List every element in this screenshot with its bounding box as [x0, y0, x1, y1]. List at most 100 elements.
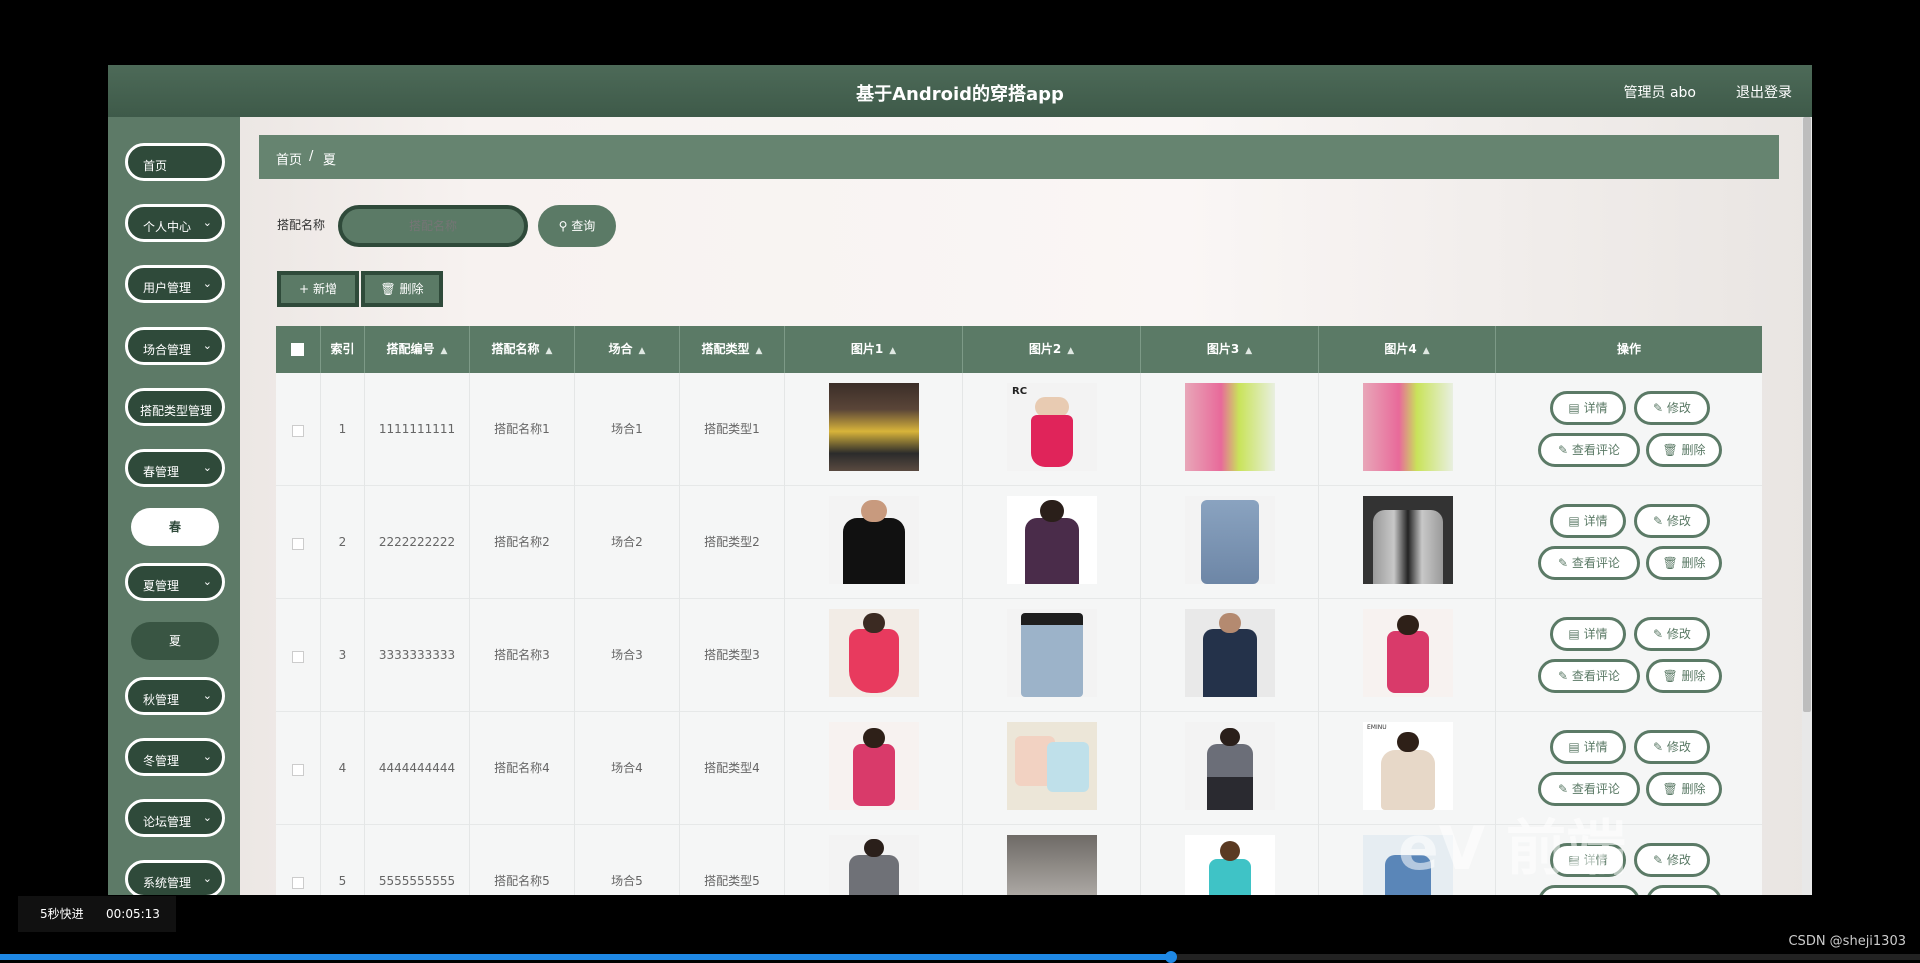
- sidebar-item-forum-management[interactable]: 论坛管理 ⌄: [125, 799, 225, 837]
- view-comments-label: 查看评论: [1571, 669, 1620, 683]
- sort-icon: ▲: [755, 346, 763, 356]
- column-header-occasion[interactable]: 场合 ▲: [575, 326, 680, 373]
- outfit-image[interactable]: [1185, 722, 1275, 810]
- detail-button[interactable]: ▤ 详情: [1550, 391, 1626, 425]
- outfit-image[interactable]: [1363, 609, 1453, 697]
- column-header-type[interactable]: 搭配类型 ▲: [680, 326, 785, 373]
- outfit-image[interactable]: [829, 609, 919, 697]
- sidebar-item-spring-management[interactable]: 春管理 ⌄: [125, 449, 225, 487]
- delete-button[interactable]: 🗑 删除: [361, 271, 443, 307]
- image4-cell: [1319, 599, 1496, 712]
- sidebar-item-occasion-management[interactable]: 场合管理 ⌄: [125, 327, 225, 365]
- skip-label: 5秒快进: [40, 907, 84, 921]
- actions-cell: ▤ 详情 ✎ 修改 ✎ 查看评论 🗑 删除: [1496, 599, 1762, 712]
- row-checkbox[interactable]: [292, 651, 304, 663]
- column-header-name[interactable]: 搭配名称 ▲: [470, 326, 575, 373]
- outfit-image[interactable]: [829, 383, 919, 471]
- sidebar-item-home[interactable]: 首页: [125, 143, 225, 181]
- outfit-image[interactable]: [1363, 496, 1453, 584]
- detail-button[interactable]: ▤ 详情: [1550, 504, 1626, 538]
- video-progress-bar[interactable]: [0, 951, 1920, 963]
- outfit-image[interactable]: EMINU: [1363, 722, 1453, 810]
- page-scrollbar[interactable]: [1802, 117, 1812, 895]
- sidebar-subitem-spring[interactable]: 春: [131, 508, 219, 546]
- edit-button[interactable]: ✎ 修改: [1634, 843, 1710, 877]
- video-progress-fill: [0, 954, 1172, 960]
- detail-button[interactable]: ▤ 详情: [1550, 617, 1626, 651]
- scrollbar-thumb[interactable]: [1803, 117, 1811, 712]
- outfit-image[interactable]: [829, 496, 919, 584]
- row-delete-button[interactable]: 🗑 删除: [1646, 433, 1722, 467]
- outfit-image[interactable]: [1007, 609, 1097, 697]
- edit-button[interactable]: ✎ 修改: [1634, 504, 1710, 538]
- sidebar-item-summer-management[interactable]: 夏管理 ⌄: [125, 563, 225, 601]
- outfit-image[interactable]: [1185, 383, 1275, 471]
- search-button[interactable]: ⚲ 查询: [538, 205, 616, 247]
- image2-cell: RC: [963, 373, 1141, 486]
- sidebar-item-user-management[interactable]: 用户管理 ⌄: [125, 265, 225, 303]
- row-delete-button[interactable]: 🗑 删除: [1646, 659, 1722, 693]
- sidebar-item-outfit-type-management[interactable]: 搭配类型管理: [125, 388, 225, 426]
- row-checkbox[interactable]: [292, 877, 304, 889]
- delete-button-label: 删除: [399, 282, 424, 296]
- image1-cell: [785, 486, 963, 599]
- csdn-credit: CSDN @sheji1303: [1788, 934, 1906, 949]
- outfit-image[interactable]: [1363, 383, 1453, 471]
- outfit-image[interactable]: [829, 722, 919, 810]
- index-cell: 2: [321, 486, 365, 599]
- edit-button[interactable]: ✎ 修改: [1634, 617, 1710, 651]
- sidebar-subitem-summer[interactable]: 夏: [131, 622, 219, 660]
- outfit-image[interactable]: RC: [1007, 383, 1097, 471]
- row-checkbox[interactable]: [292, 764, 304, 776]
- search-input[interactable]: [338, 205, 528, 247]
- select-all-checkbox[interactable]: [291, 343, 304, 356]
- row-checkbox[interactable]: [292, 538, 304, 550]
- pencil-icon: ✎: [1558, 556, 1572, 570]
- row-delete-button[interactable]: 🗑 删除: [1646, 772, 1722, 806]
- outfit-image[interactable]: [1185, 609, 1275, 697]
- outfit-image[interactable]: [829, 835, 919, 895]
- column-header-image4[interactable]: 图片4 ▲: [1319, 326, 1496, 373]
- add-button[interactable]: + 新增: [277, 271, 359, 307]
- trash-icon: 🗑: [1662, 782, 1682, 796]
- video-progress-knob[interactable]: [1165, 951, 1178, 963]
- sidebar-item-system-management[interactable]: 系统管理 ⌄: [125, 860, 225, 895]
- sidebar-item-label: 系统管理: [143, 876, 192, 890]
- index-cell: 3: [321, 599, 365, 712]
- app-window: 基于Android的穿搭app 管理员 abo 退出登录 首页 个人中心 ⌄ 用…: [108, 65, 1812, 895]
- document-icon: ▤: [1568, 627, 1584, 641]
- column-header-image1[interactable]: 图片1 ▲: [785, 326, 963, 373]
- view-comments-button[interactable]: ✎ 查看评论: [1538, 433, 1640, 467]
- detail-button[interactable]: ▤ 详情: [1550, 730, 1626, 764]
- edit-button-label: 修改: [1666, 627, 1691, 641]
- row-delete-button[interactable]: 🗑 删除: [1646, 546, 1722, 580]
- image3-cell: [1141, 486, 1319, 599]
- sidebar-item-personal-center[interactable]: 个人中心 ⌄: [125, 204, 225, 242]
- view-comments-button[interactable]: ✎ 查看评论: [1538, 659, 1640, 693]
- sidebar-item-winter-management[interactable]: 冬管理 ⌄: [125, 738, 225, 776]
- outfit-image[interactable]: [1185, 496, 1275, 584]
- outfit-image[interactable]: [1007, 496, 1097, 584]
- breadcrumb-home[interactable]: 首页: [276, 149, 302, 168]
- edit-button[interactable]: ✎ 修改: [1634, 391, 1710, 425]
- logout-link[interactable]: 退出登录: [1736, 82, 1792, 102]
- sidebar-item-label: 场合管理: [143, 343, 192, 357]
- row-checkbox[interactable]: [292, 425, 304, 437]
- select-cell: [276, 486, 321, 599]
- row-delete-label: 删除: [1681, 443, 1706, 457]
- outfit-image[interactable]: [1007, 722, 1097, 810]
- column-header-image2[interactable]: 图片2 ▲: [963, 326, 1141, 373]
- outfit-image[interactable]: [1007, 835, 1097, 895]
- column-header-code[interactable]: 搭配编号 ▲: [365, 326, 470, 373]
- column-header-label: 图片4: [1384, 342, 1417, 356]
- column-header-image3[interactable]: 图片3 ▲: [1141, 326, 1319, 373]
- outfit-image[interactable]: [1185, 835, 1275, 895]
- row-delete-button[interactable]: 🗑 删除: [1646, 885, 1722, 895]
- chevron-down-icon: ⌄: [202, 811, 212, 824]
- sidebar-item-autumn-management[interactable]: 秋管理 ⌄: [125, 677, 225, 715]
- pencil-icon: ✎: [1653, 627, 1667, 641]
- view-comments-button[interactable]: ✎ 查看评论: [1538, 546, 1640, 580]
- edit-button[interactable]: ✎ 修改: [1634, 730, 1710, 764]
- chevron-down-icon: ⌄: [202, 216, 212, 229]
- select-cell: [276, 712, 321, 825]
